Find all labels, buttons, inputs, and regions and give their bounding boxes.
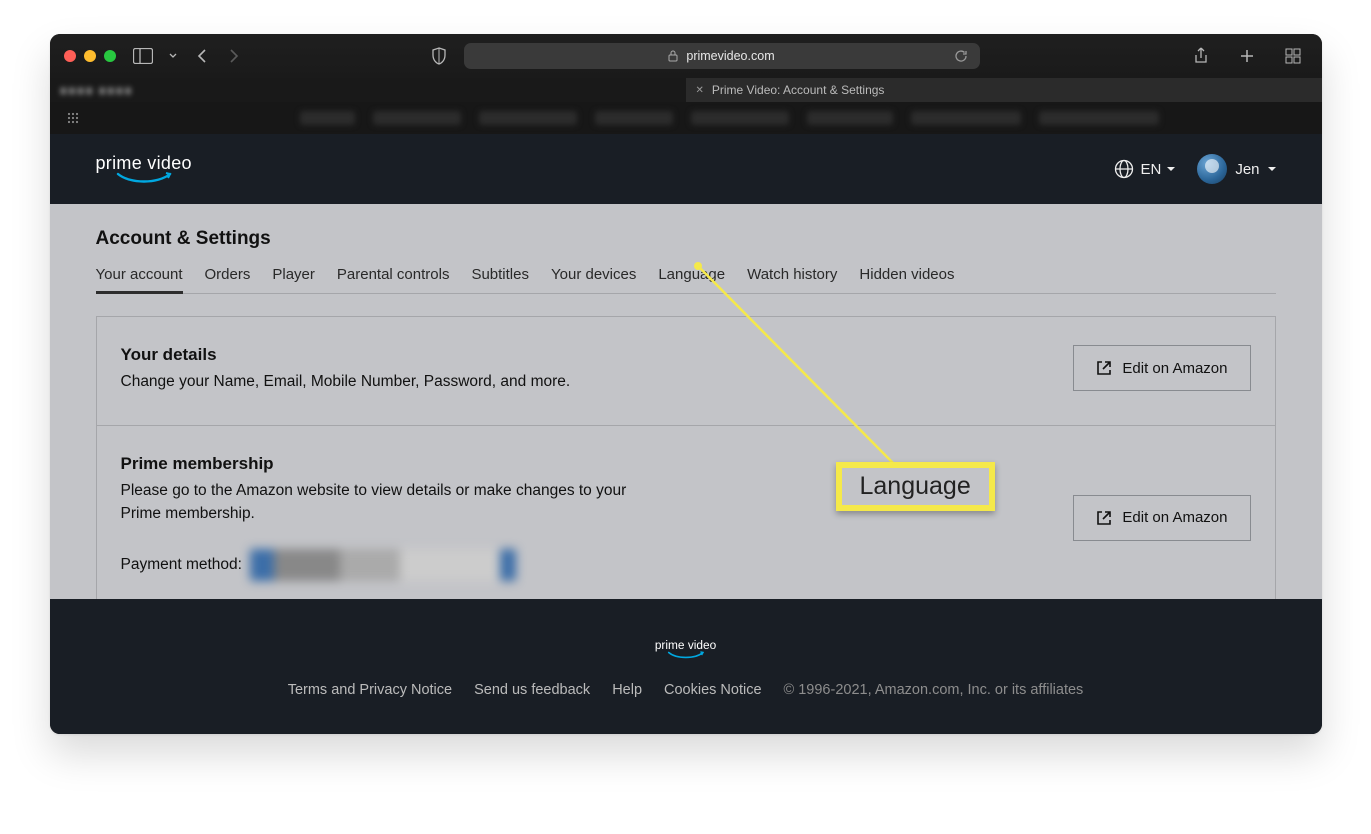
edit-on-amazon-button[interactable]: Edit on Amazon: [1073, 495, 1250, 541]
footer-link-cookies[interactable]: Cookies Notice: [664, 682, 762, 698]
prime-membership-card: Prime membership Please go to the Amazon…: [96, 426, 1276, 599]
prime-video-logo[interactable]: prime video: [96, 153, 192, 186]
annotation-callout: Language: [836, 462, 995, 511]
bookmark-item[interactable]: [479, 111, 577, 125]
bookmark-item[interactable]: [691, 111, 789, 125]
settings-tabs: Your account Orders Player Parental cont…: [96, 266, 1276, 294]
footer-links: Terms and Privacy Notice Send us feedbac…: [288, 682, 1084, 698]
tab-label: ∎∎∎∎ ∎∎∎∎: [60, 83, 133, 97]
share-button[interactable]: [1190, 45, 1212, 67]
minimize-window-button[interactable]: [84, 50, 96, 62]
maximize-window-button[interactable]: [104, 50, 116, 62]
tab-overview-button[interactable]: [1282, 45, 1304, 67]
your-details-card: Your details Change your Name, Email, Mo…: [96, 316, 1276, 426]
page-title: Account & Settings: [96, 228, 1276, 250]
payment-method-label: Payment method:: [121, 556, 242, 574]
page-content: Account & Settings Your account Orders P…: [50, 204, 1322, 599]
tab-language[interactable]: Language: [658, 266, 725, 293]
tab-label: Prime Video: Account & Settings: [712, 83, 885, 97]
caret-down-icon: [1268, 167, 1276, 172]
globe-icon: [1114, 159, 1134, 179]
footer-copyright: © 1996-2021, Amazon.com, Inc. or its aff…: [784, 682, 1084, 698]
browser-tab-1[interactable]: ∎∎∎∎ ∎∎∎∎: [50, 78, 686, 102]
card-desc: Please go to the Amazon website to view …: [121, 480, 661, 525]
tab-your-devices[interactable]: Your devices: [551, 266, 636, 293]
favorites-bar: [50, 102, 1322, 134]
external-link-icon: [1096, 510, 1112, 526]
lang-code: EN: [1140, 161, 1161, 178]
payment-method-value: [250, 549, 516, 581]
chevron-down-icon[interactable]: [168, 45, 178, 67]
browser-toolbar: primevideo.com: [50, 34, 1322, 78]
footer-link-terms[interactable]: Terms and Privacy Notice: [288, 682, 452, 698]
user-menu[interactable]: Jen: [1197, 154, 1275, 184]
new-tab-button[interactable]: [1236, 45, 1258, 67]
tab-parental-controls[interactable]: Parental controls: [337, 266, 450, 293]
back-button[interactable]: [192, 45, 214, 67]
tab-subtitles[interactable]: Subtitles: [471, 266, 529, 293]
card-title: Your details: [121, 345, 661, 365]
bookmark-item[interactable]: [911, 111, 1021, 125]
bookmark-item[interactable]: [373, 111, 461, 125]
footer-link-feedback[interactable]: Send us feedback: [474, 682, 590, 698]
prime-video-logo-footer[interactable]: prime video: [655, 639, 716, 661]
tab-watch-history[interactable]: Watch history: [747, 266, 837, 293]
privacy-shield-icon[interactable]: [428, 45, 450, 67]
tab-hidden-videos[interactable]: Hidden videos: [859, 266, 954, 293]
address-bar[interactable]: primevideo.com: [464, 43, 980, 69]
caret-down-icon: [1167, 167, 1175, 172]
footer-link-help[interactable]: Help: [612, 682, 642, 698]
window-controls: [64, 50, 116, 62]
sidebar-toggle-button[interactable]: [132, 45, 154, 67]
url-text: primevideo.com: [686, 49, 774, 63]
forward-button[interactable]: [222, 45, 244, 67]
bookmark-item[interactable]: [1039, 111, 1159, 125]
site-header: prime video EN Jen: [50, 134, 1322, 204]
apps-grid-icon[interactable]: [62, 107, 84, 129]
browser-tab-2[interactable]: ✕ Prime Video: Account & Settings: [686, 78, 1322, 102]
avatar: [1197, 154, 1227, 184]
lock-icon: [668, 50, 678, 62]
bookmark-item[interactable]: [595, 111, 673, 125]
language-picker[interactable]: EN: [1114, 159, 1175, 179]
browser-tabs: ∎∎∎∎ ∎∎∎∎ ✕ Prime Video: Account & Setti…: [50, 78, 1322, 102]
username: Jen: [1235, 161, 1259, 178]
tab-your-account[interactable]: Your account: [96, 266, 183, 293]
tab-orders[interactable]: Orders: [205, 266, 251, 293]
site-footer: prime video Terms and Privacy Notice Sen…: [50, 599, 1322, 734]
bookmark-item[interactable]: [300, 111, 355, 125]
card-title: Prime membership: [121, 454, 661, 474]
bookmark-item[interactable]: [807, 111, 893, 125]
browser-window: primevideo.com ∎∎∎∎ ∎∎∎∎ ✕ Prime Video: …: [50, 34, 1322, 734]
tab-player[interactable]: Player: [272, 266, 315, 293]
edit-on-amazon-button[interactable]: Edit on Amazon: [1073, 345, 1250, 391]
card-desc: Change your Name, Email, Mobile Number, …: [121, 371, 661, 393]
refresh-button[interactable]: [950, 45, 972, 67]
close-window-button[interactable]: [64, 50, 76, 62]
external-link-icon: [1096, 360, 1112, 376]
close-tab-icon[interactable]: ✕: [696, 85, 704, 96]
